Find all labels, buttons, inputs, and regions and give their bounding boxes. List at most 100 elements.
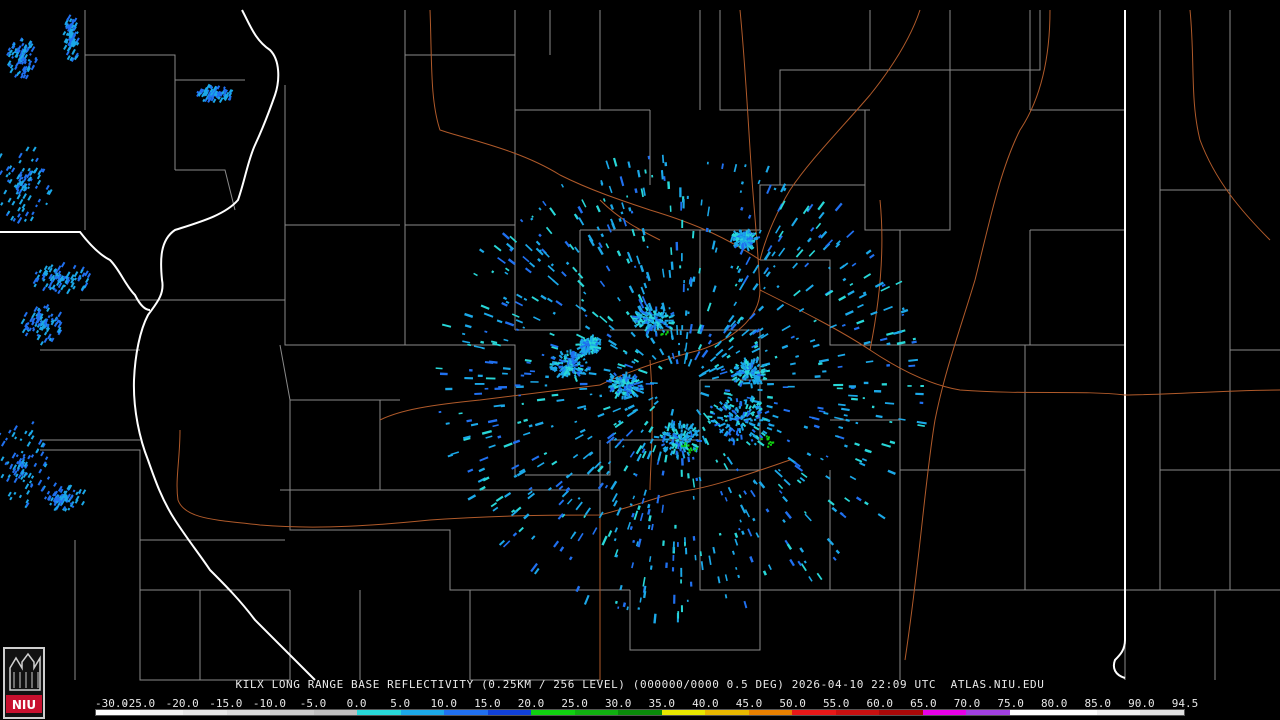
echo-pixel (606, 224, 612, 233)
echo-pixel (869, 253, 875, 259)
echo-pixel (803, 511, 807, 515)
echo-pixel (907, 385, 912, 387)
echo-pixel (3, 189, 8, 195)
echo-pixel (505, 300, 510, 304)
echo-pixel (18, 494, 23, 499)
echo-pixel (588, 451, 594, 457)
echo-pixel (0, 473, 5, 479)
echo-pixel (689, 581, 693, 587)
echo-pixel (43, 331, 48, 336)
echo-pixel (683, 280, 685, 284)
colorbar-segment (487, 710, 532, 715)
echo-pixel (837, 353, 846, 357)
echo-pixel (78, 488, 82, 494)
echo-pixel (515, 301, 524, 307)
echo-pixel (581, 199, 587, 208)
echo-pixel (668, 307, 671, 310)
echo-pixel (797, 560, 802, 567)
echo-pixel (605, 243, 610, 249)
echo-pixel (893, 330, 903, 335)
echo-pixel (564, 240, 571, 248)
echo-pixel (580, 306, 587, 313)
echo-pixel (820, 457, 824, 461)
echo-pixel (549, 332, 555, 337)
echo-pixel (27, 186, 30, 190)
echo-pixel (62, 30, 67, 36)
echo-pixel (623, 392, 626, 395)
echo-pixel (505, 267, 510, 272)
echo-pixel (755, 532, 760, 538)
echo-pixel (602, 198, 606, 202)
echo-pixel (523, 418, 528, 422)
echo-pixel (686, 195, 689, 200)
echo-pixel (513, 474, 518, 479)
echo-pixel (661, 154, 665, 164)
echo-pixel (712, 420, 716, 423)
echo-pixel (626, 251, 631, 259)
echo-pixel (747, 528, 753, 537)
echo-pixel (621, 202, 625, 210)
echo-pixel (528, 424, 533, 428)
echo-pixel (24, 430, 28, 435)
echo-pixel (542, 200, 547, 207)
echo-pixel (515, 319, 524, 324)
echo-pixel (610, 218, 615, 226)
echo-pixel (18, 152, 23, 159)
echo-pixel (857, 303, 864, 309)
echo-pixel (480, 304, 490, 310)
echo-pixel (597, 246, 604, 256)
echo-pixel (538, 207, 542, 211)
echo-pixel (587, 435, 593, 440)
echo-pixel (24, 332, 29, 337)
echo-pixel (11, 200, 16, 206)
echo-pixel (531, 455, 540, 462)
colorbar-segment (922, 710, 967, 715)
echo-pixel (7, 474, 11, 479)
echo-pixel (667, 355, 673, 365)
echo-pixel (744, 237, 747, 240)
echo-pixel (461, 332, 466, 336)
echo-pixel (502, 367, 511, 371)
echo-pixel (823, 411, 829, 415)
echo-pixel (814, 375, 821, 378)
echo-pixel (35, 157, 39, 163)
echo-pixel (764, 410, 770, 415)
echo-pixel (734, 283, 738, 287)
echo-pixel (842, 277, 847, 282)
echo-pixel (881, 443, 891, 448)
echo-pixel (873, 389, 882, 393)
echo-pixel (642, 576, 646, 587)
echo-pixel (575, 585, 581, 593)
reflectivity-echoes (0, 14, 927, 624)
echo-pixel (735, 350, 741, 354)
echo-pixel (628, 207, 632, 212)
echo-pixel (531, 296, 539, 302)
echo-pixel (707, 339, 712, 345)
echo-pixel (617, 438, 625, 446)
echo-pixel (40, 451, 45, 457)
echo-pixel (689, 323, 693, 334)
echo-pixel (856, 319, 865, 325)
echo-pixel (715, 348, 724, 357)
echo-pixel (667, 181, 671, 190)
echo-pixel (683, 445, 686, 448)
echo-pixel (722, 452, 726, 457)
echo-pixel (766, 184, 772, 195)
echo-pixel (883, 305, 893, 312)
echo-pixel (740, 181, 744, 185)
echo-pixel (687, 358, 693, 367)
echo-pixel (880, 285, 891, 292)
echo-pixel (631, 360, 636, 364)
echo-pixel (831, 506, 838, 513)
echo-pixel (777, 468, 781, 472)
echo-pixel (574, 246, 580, 253)
echo-pixel (640, 286, 645, 295)
echo-pixel (568, 243, 575, 251)
echo-pixel (554, 362, 560, 365)
echo-pixel (20, 450, 24, 454)
echo-pixel (757, 305, 765, 312)
colorbar (95, 709, 1185, 716)
echo-pixel (721, 163, 724, 170)
echo-pixel (9, 496, 13, 501)
echo-pixel (660, 443, 666, 447)
